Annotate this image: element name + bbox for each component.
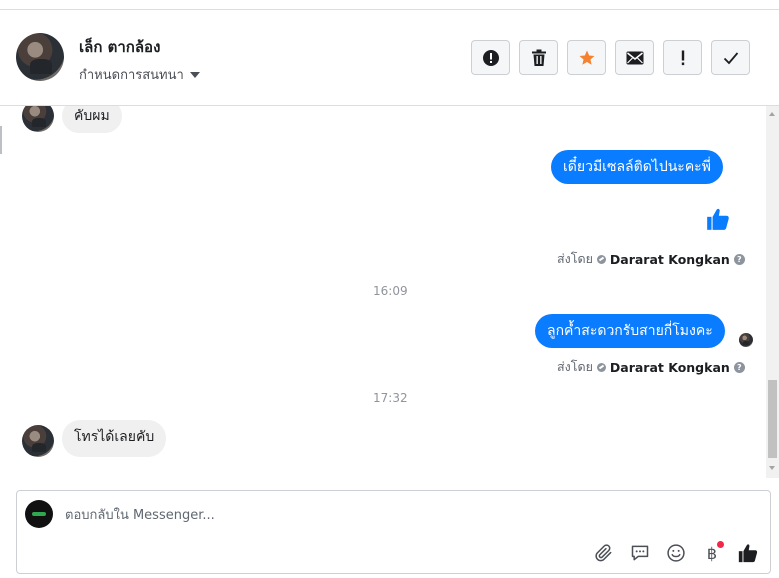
contact-avatar[interactable]: [16, 33, 64, 81]
sender-avatar: [22, 106, 54, 132]
paperclip-icon: [595, 544, 612, 562]
incoming-message: คับผม: [62, 106, 122, 133]
scrollbar-thumb[interactable]: [768, 380, 777, 458]
check-icon: [723, 51, 738, 64]
verified-icon: [596, 254, 606, 264]
sent-by-label: ส่งโดย: [557, 359, 593, 374]
message-thread: คับผม เดี๋ยวมีเซลล์ติดไปนะคะพี่ ส่งโดย D…: [0, 106, 765, 478]
exclamation-icon: [681, 50, 684, 65]
emoji-button[interactable]: [664, 541, 688, 565]
reply-composer: ฿: [16, 490, 771, 574]
sent-by-line: ส่งโดย Dararat Kongkan ?: [557, 357, 745, 377]
saved-replies-button[interactable]: [628, 541, 652, 565]
smiley-icon: [667, 544, 685, 562]
composer-tools: ฿: [592, 541, 760, 565]
trash-icon: [531, 49, 546, 66]
delete-button[interactable]: [519, 40, 558, 75]
help-icon[interactable]: ?: [733, 361, 745, 373]
assign-conversation-dropdown[interactable]: กำหนดการสนทนา: [79, 64, 200, 85]
thumbs-up-sticker-icon: [707, 208, 729, 230]
scroll-down-arrow-icon[interactable]: [769, 466, 775, 470]
baht-icon: ฿: [706, 543, 718, 563]
help-icon[interactable]: ?: [733, 253, 745, 265]
scroll-up-arrow-icon[interactable]: [769, 112, 775, 116]
mark-unread-button[interactable]: [615, 40, 654, 75]
reply-input[interactable]: [65, 505, 705, 525]
caret-down-icon: [189, 71, 200, 78]
star-icon: [579, 50, 594, 65]
conversation-window: เล็ก ตากล้อง กำหนดการสนทนา คับผม เดี๋ยวม…: [0, 0, 779, 578]
outgoing-message: เดี๋ยวมีเซลล์ติดไปนะคะพี่: [551, 150, 723, 184]
assign-label: กำหนดการสนทนา: [79, 68, 184, 83]
mark-done-button[interactable]: [711, 40, 750, 75]
sent-by-line: ส่งโดย Dararat Kongkan ?: [557, 249, 745, 269]
sender-avatar: [22, 425, 54, 457]
contact-name[interactable]: เล็ก ตากล้อง: [79, 35, 160, 59]
agent-name[interactable]: Dararat Kongkan: [610, 252, 730, 267]
follow-up-button[interactable]: [567, 40, 606, 75]
conversation-header: เล็ก ตากล้อง กำหนดการสนทนา: [0, 10, 779, 106]
chat-bubble-icon: [631, 545, 649, 561]
mark-important-button[interactable]: [663, 40, 702, 75]
payment-button[interactable]: ฿: [700, 541, 724, 565]
thumbs-up-icon: [738, 544, 758, 563]
verified-icon: [596, 362, 606, 372]
header-actions: [471, 40, 750, 75]
envelope-icon: [626, 51, 643, 64]
sent-by-label: ส่งโดย: [557, 251, 593, 266]
seen-avatar: [739, 333, 753, 347]
agent-name[interactable]: Dararat Kongkan: [610, 360, 730, 375]
attach-button[interactable]: [592, 541, 616, 565]
timestamp: 17:32: [373, 391, 408, 405]
timestamp: 16:09: [373, 284, 408, 298]
outgoing-message: ลูกค้ำสะดวกรับสายกี่โมงคะ: [535, 314, 725, 348]
notification-dot: [717, 541, 724, 548]
spam-button[interactable]: [471, 40, 510, 75]
incoming-message: โทรได้เลยคับ: [62, 420, 167, 457]
send-like-button[interactable]: [736, 541, 760, 565]
alert-circle-icon: [482, 49, 499, 66]
page-logo: [25, 500, 53, 528]
